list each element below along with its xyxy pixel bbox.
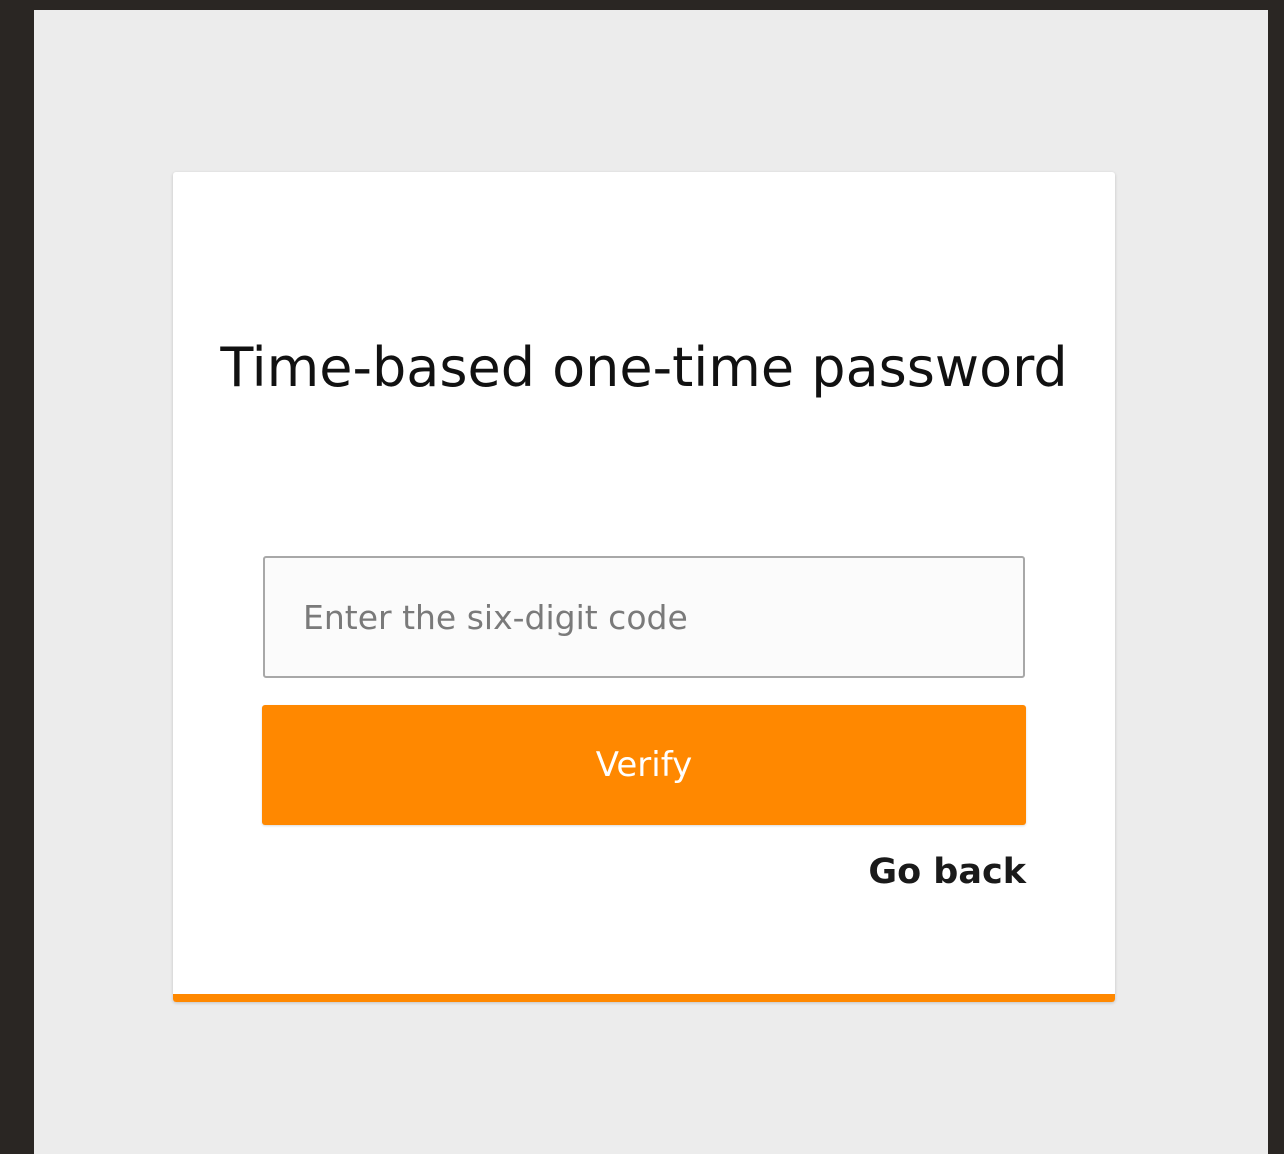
six-digit-code-input[interactable] xyxy=(263,556,1025,678)
verify-button[interactable]: Verify xyxy=(262,705,1026,825)
page-background: Time-based one-time password Verify Go b… xyxy=(34,10,1268,1154)
card-accent-bar xyxy=(173,994,1115,1002)
page-title: Time-based one-time password xyxy=(220,336,1068,399)
go-back-link[interactable]: Go back xyxy=(868,852,1026,892)
totp-card: Time-based one-time password Verify Go b… xyxy=(173,172,1115,1002)
